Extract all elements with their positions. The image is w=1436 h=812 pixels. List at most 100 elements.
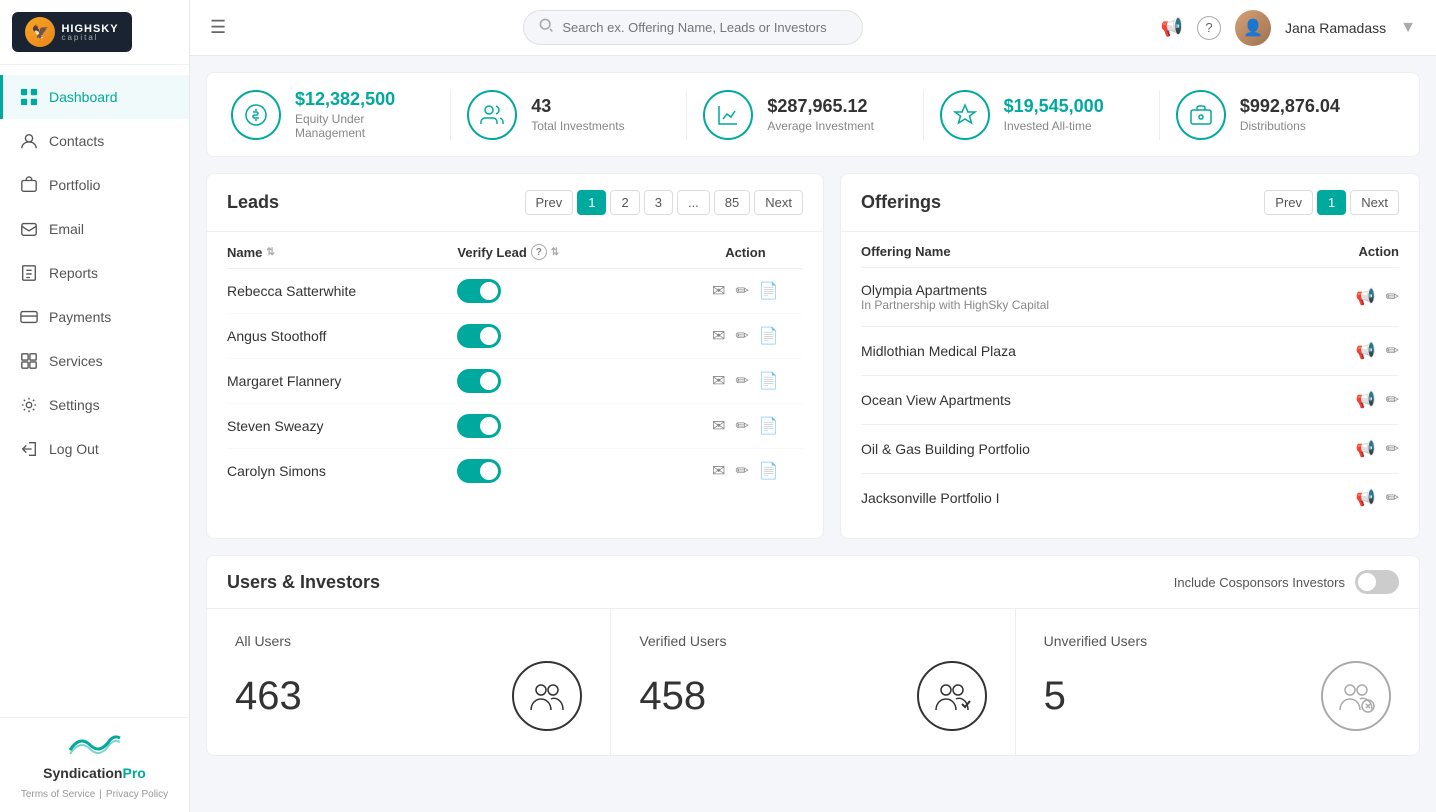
investments-value: 43	[531, 96, 624, 117]
name-sort-icon[interactable]: ⇅	[266, 247, 274, 258]
offering-actions-4: 📢 ✏	[1356, 439, 1399, 459]
col-verify-label: Verify Lead	[457, 245, 526, 260]
leads-page-2[interactable]: 2	[610, 190, 639, 215]
offering-edit-2[interactable]: ✏	[1386, 341, 1399, 361]
verified-users-icon	[917, 661, 987, 731]
investments-label: Total Investments	[531, 119, 624, 133]
offering-megaphone-1[interactable]: 📢	[1356, 287, 1376, 307]
sidebar-item-portfolio[interactable]: Portfolio	[0, 163, 189, 207]
lead-email-1[interactable]: ✉	[712, 281, 725, 301]
offering-name-1: Olympia Apartments In Partnership with H…	[861, 282, 1356, 312]
lead-doc-3[interactable]: 📄	[759, 371, 779, 391]
table-row: Rebecca Satterwhite ✉ ✏ 📄	[227, 269, 803, 314]
lead-doc-1[interactable]: 📄	[759, 281, 779, 301]
topbar-right: 📢 ? 👤 Jana Ramadass ▼	[1161, 10, 1416, 46]
leads-page-3[interactable]: 3	[644, 190, 673, 215]
reports-icon	[19, 263, 39, 283]
offering-edit-3[interactable]: ✏	[1386, 390, 1399, 410]
sidebar-item-settings-label: Settings	[49, 397, 100, 413]
lead-email-2[interactable]: ✉	[712, 326, 725, 346]
leads-next-btn[interactable]: Next	[754, 190, 803, 215]
leads-page-1[interactable]: 1	[577, 190, 606, 215]
privacy-link[interactable]: Privacy Policy	[106, 789, 168, 800]
sidebar-item-email[interactable]: Email	[0, 207, 189, 251]
hamburger-icon[interactable]: ☰	[210, 17, 226, 38]
help-icon[interactable]: ?	[1197, 16, 1221, 40]
offerings-page-1[interactable]: 1	[1317, 190, 1346, 215]
lead-toggle-2[interactable]	[457, 324, 501, 348]
sidebar-bottom: SyndicationPro Terms of Service | Privac…	[0, 717, 189, 812]
sidebar-item-logout-label: Log Out	[49, 441, 99, 457]
verify-sort-icon[interactable]: ⇅	[551, 247, 559, 258]
search-input[interactable]	[562, 20, 848, 35]
offering-megaphone-4[interactable]: 📢	[1356, 439, 1376, 459]
invested-value: $19,545,000	[1004, 96, 1104, 117]
offering-row: Ocean View Apartments 📢 ✏	[861, 376, 1399, 425]
verify-help-icon[interactable]: ?	[531, 244, 547, 260]
sidebar-item-reports[interactable]: Reports	[0, 251, 189, 295]
offerings-card: Offerings Prev 1 Next Offering Name Acti…	[840, 173, 1420, 539]
lead-name-1: Rebecca Satterwhite	[227, 283, 457, 299]
offering-edit-5[interactable]: ✏	[1386, 488, 1399, 508]
stat-invested: $19,545,000 Invested All-time	[924, 90, 1160, 140]
offerings-prev-btn[interactable]: Prev	[1264, 190, 1313, 215]
equity-value: $12,382,500	[295, 89, 434, 110]
investments-icon-circle	[467, 90, 517, 140]
offerings-table-header: Offering Name Action	[861, 232, 1399, 268]
offering-actions-5: 📢 ✏	[1356, 488, 1399, 508]
lead-doc-2[interactable]: 📄	[759, 326, 779, 346]
sidebar-item-logout[interactable]: Log Out	[0, 427, 189, 471]
lead-toggle-1[interactable]	[457, 279, 501, 303]
offering-megaphone-3[interactable]: 📢	[1356, 390, 1376, 410]
lead-toggle-3[interactable]	[457, 369, 501, 393]
lead-email-3[interactable]: ✉	[712, 371, 725, 391]
sidebar-item-dashboard[interactable]: Dashboard	[0, 75, 189, 119]
offering-megaphone-5[interactable]: 📢	[1356, 488, 1376, 508]
offerings-next-btn[interactable]: Next	[1350, 190, 1399, 215]
offering-megaphone-2[interactable]: 📢	[1356, 341, 1376, 361]
table-row: Angus Stoothoff ✉ ✏ 📄	[227, 314, 803, 359]
cosponsors-toggle-switch[interactable]	[1355, 570, 1399, 594]
cosponsors-toggle: Include Cosponsors Investors	[1174, 570, 1399, 594]
terms-link[interactable]: Terms of Service	[21, 789, 95, 800]
lead-edit-5[interactable]: ✏	[735, 461, 748, 481]
syndication-brand: SyndicationPro	[43, 765, 146, 781]
lead-toggle-5[interactable]	[457, 459, 501, 483]
offering-edit-4[interactable]: ✏	[1386, 439, 1399, 459]
lead-toggle-4[interactable]	[457, 414, 501, 438]
unverified-users-label: Unverified Users	[1044, 633, 1391, 649]
lead-edit-3[interactable]: ✏	[735, 371, 748, 391]
lead-email-4[interactable]: ✉	[712, 416, 725, 436]
megaphone-icon[interactable]: 📢	[1161, 17, 1183, 38]
leads-prev-btn[interactable]: Prev	[525, 190, 574, 215]
all-users-icon	[512, 661, 582, 731]
sidebar-item-portfolio-label: Portfolio	[49, 177, 100, 193]
all-users-card: All Users 463	[207, 609, 611, 755]
user-dropdown-icon[interactable]: ▼	[1400, 19, 1416, 37]
lead-doc-4[interactable]: 📄	[759, 416, 779, 436]
sidebar-item-payments[interactable]: Payments	[0, 295, 189, 339]
all-users-value: 463	[235, 674, 302, 719]
offering-edit-1[interactable]: ✏	[1386, 287, 1399, 307]
offering-name-2: Midlothian Medical Plaza	[861, 343, 1356, 359]
logo-subtext: capital	[61, 33, 118, 42]
lead-edit-2[interactable]: ✏	[735, 326, 748, 346]
verified-users-label: Verified Users	[639, 633, 986, 649]
settings-icon	[19, 395, 39, 415]
lead-doc-5[interactable]: 📄	[759, 461, 779, 481]
users-header: Users & Investors Include Cosponsors Inv…	[206, 555, 1420, 608]
sidebar-item-settings[interactable]: Settings	[0, 383, 189, 427]
lead-edit-1[interactable]: ✏	[735, 281, 748, 301]
leads-table: Name ⇅ Verify Lead ? ⇅ Action	[207, 232, 823, 509]
sidebar-item-services-label: Services	[49, 353, 103, 369]
leads-pagination: Prev 1 2 3 ... 85 Next	[525, 190, 803, 215]
sidebar-item-contacts[interactable]: Contacts	[0, 119, 189, 163]
unverified-users-card: Unverified Users 5	[1016, 609, 1419, 755]
leads-page-ellipsis: ...	[677, 190, 710, 215]
lead-email-5[interactable]: ✉	[712, 461, 725, 481]
lead-edit-4[interactable]: ✏	[735, 416, 748, 436]
offering-row: Oil & Gas Building Portfolio 📢 ✏	[861, 425, 1399, 474]
col-action-label: Action	[688, 245, 803, 260]
leads-page-85[interactable]: 85	[714, 190, 750, 215]
sidebar-item-services[interactable]: Services	[0, 339, 189, 383]
